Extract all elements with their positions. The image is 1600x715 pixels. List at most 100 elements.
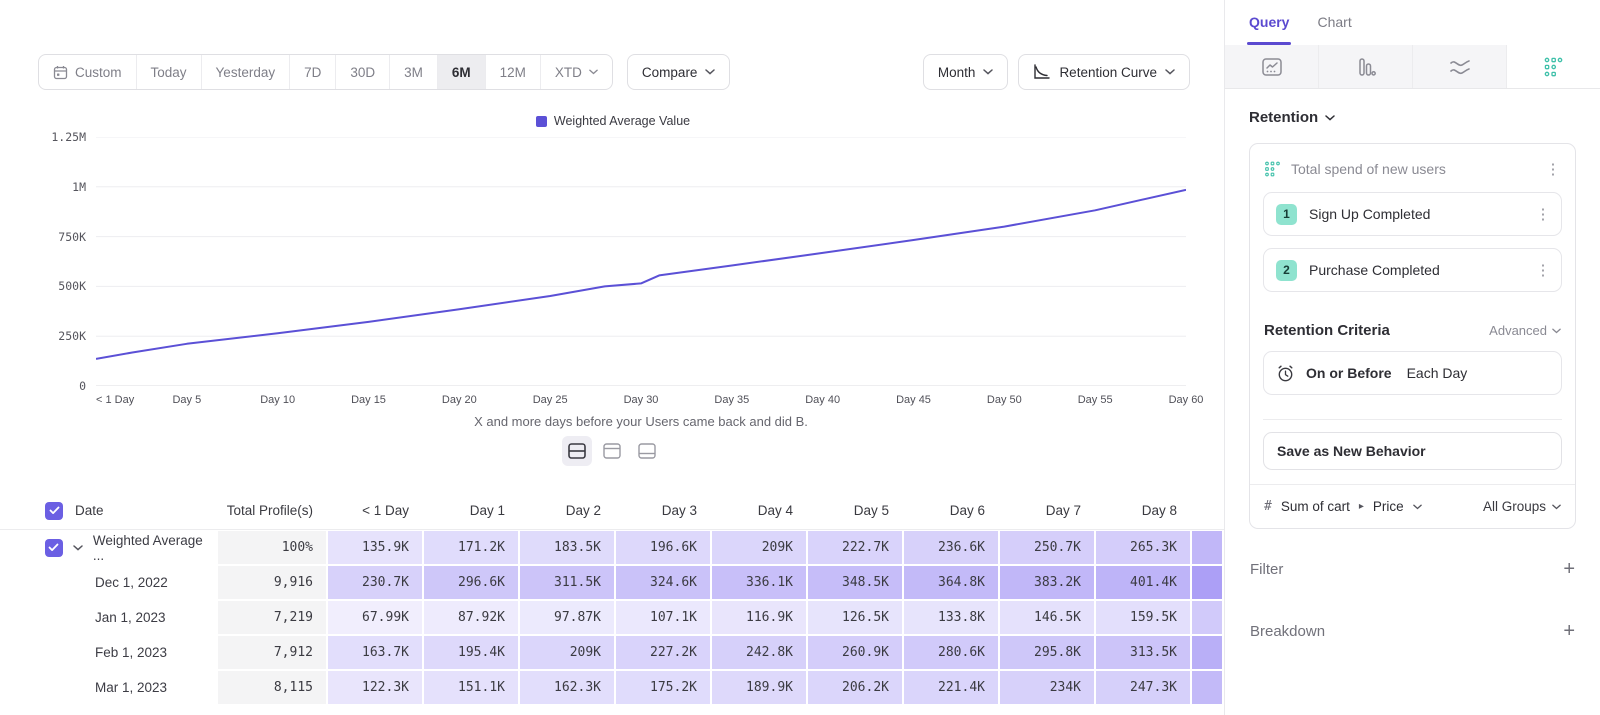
funnels-icon [1355,57,1377,77]
value: 87.92K [424,601,518,634]
header-day-6: Day 6 [903,492,999,529]
value-cell: 311.5K [519,565,615,600]
range-3m[interactable]: 3M [389,55,437,89]
x-tick: Day 50 [987,394,1022,406]
advanced-dropdown[interactable]: Advanced [1489,323,1561,338]
range-7d[interactable]: 7D [289,55,335,89]
profiles-cell: 100% [217,530,327,565]
profiles-value: 100% [218,531,326,564]
range-today[interactable]: Today [136,55,201,89]
split-view-toggle[interactable] [562,436,592,466]
table-row: Weighted Average ...100%135.9K171.2K183.… [0,530,1224,565]
behavior-step[interactable]: 1 Sign Up Completed ⋮ [1263,192,1562,236]
add-breakdown-button[interactable]: + [1563,621,1575,641]
date-range-selector: CustomTodayYesterday7D30D3M6M 12M XTD [38,54,613,90]
value-cell: 206.2K [807,670,903,705]
x-tick: Day 35 [714,394,749,406]
table-only-icon [638,443,656,459]
x-axis-labels: < 1 DayDay 5Day 10Day 15Day 20Day 25Day … [96,394,1186,408]
range-yesterday[interactable]: Yesterday [201,55,290,89]
behavior-card: Total spend of new users ⋮ 1Sign Up Comp… [1249,143,1576,529]
range-12m[interactable]: 12M [485,55,540,89]
value: 133.8K [904,601,998,634]
row-checkbox[interactable] [45,539,63,557]
value: 196.6K [616,531,710,564]
criteria-condition: On or Before [1306,365,1392,381]
kebab-menu-icon[interactable]: ⋮ [1545,160,1561,178]
chart-type-select[interactable]: Retention Curve [1018,54,1190,90]
retention-section-header[interactable]: Retention [1249,109,1576,126]
tab-query[interactable]: Query [1249,14,1289,45]
value: 295.8K [1000,636,1094,669]
row-checkbox[interactable] [45,502,63,520]
value-cell: 260.9K [807,635,903,670]
value: 209K [712,531,806,564]
value-cell: 236.6K [903,530,999,565]
kebab-menu-icon[interactable]: ⋮ [1535,261,1551,279]
chart-type-label: Retention Curve [1059,65,1157,80]
step-number-badge: 1 [1276,204,1297,225]
kebab-menu-icon[interactable]: ⋮ [1535,205,1551,223]
range-label: 12M [500,65,526,80]
value-cell: 175.2K [615,670,711,705]
report-tab-funnels[interactable] [1318,45,1412,88]
row-label-cell[interactable]: Mar 1, 2023 [0,670,217,705]
x-tick: Day 55 [1078,394,1113,406]
value: 222.7K [808,531,902,564]
header-date: Date [0,492,217,529]
legend-swatch [536,116,547,127]
retention-table: DateTotal Profile(s)< 1 DayDay 1Day 2Day… [0,492,1224,705]
alarm-clock-icon [1276,364,1295,383]
value: 221.4K [904,671,998,704]
value: 401.4K [1096,566,1190,599]
value-cell: 250.7K [999,530,1095,565]
chart-legend[interactable]: Weighted Average Value [38,114,1188,128]
range-xtd[interactable]: XTD [540,55,612,89]
all-groups-dropdown[interactable]: All Groups [1483,499,1561,514]
value-cell: 189.9K [711,670,807,705]
value: 280.6K [904,636,998,669]
row-label-cell[interactable]: Feb 1, 2023 [0,635,217,670]
step-label: Sign Up Completed [1309,206,1523,222]
step-number-badge: 2 [1276,260,1297,281]
row-label-cell[interactable]: Dec 1, 2022 [0,565,217,600]
value-cell: 296.6K [423,565,519,600]
value-cell: 221.4K [903,670,999,705]
report-tab-flows[interactable] [1412,45,1506,88]
value: 260.9K [808,636,902,669]
add-filter-button[interactable]: + [1563,559,1575,579]
row-expand-chevron-icon[interactable] [73,545,83,551]
tab-chart[interactable]: Chart [1317,14,1351,45]
weighted-average-line[interactable] [96,190,1186,359]
x-tick: Day 40 [805,394,840,406]
header-date-label: Date [75,503,104,518]
save-as-new-behavior-button[interactable]: Save as New Behavior [1263,432,1562,470]
value-cell: 116.9K [711,600,807,635]
retention-criteria-header: Retention Criteria Advanced [1263,322,1562,339]
row-label-cell[interactable]: Weighted Average ... [0,530,217,565]
value: 383.2K [1000,566,1094,599]
compare-button[interactable]: Compare [627,54,731,90]
row-label-cell[interactable]: Jan 1, 2023 [0,600,217,635]
chart-only-toggle[interactable] [597,436,627,466]
x-tick: Day 60 [1169,394,1204,406]
all-groups-label: All Groups [1483,499,1546,514]
calendar-icon [53,65,68,80]
granularity-select[interactable]: Month [923,54,1009,90]
criteria-card[interactable]: On or Before Each Day [1263,351,1562,395]
value-cell: 126.5K [807,600,903,635]
range-6m[interactable]: 6M [437,55,485,89]
table-only-toggle[interactable] [632,436,662,466]
range-30d[interactable]: 30D [335,55,389,89]
behavior-step[interactable]: 2Purchase Completed⋮ [1263,248,1562,292]
range-custom[interactable]: Custom [39,55,136,89]
report-tab-retention[interactable] [1506,45,1600,88]
report-tab-insights[interactable] [1225,45,1318,88]
y-tick: 0 [38,379,86,393]
measurement-row[interactable]: # Sum of cart ▸ Price All Groups [1250,484,1575,528]
cutoff-cell [1191,670,1223,705]
main-content-area: CustomTodayYesterday7D30D3M6M 12M XTD Comp… [0,0,1224,715]
header-sliver [1191,492,1223,529]
value-cell: 209K [519,635,615,670]
value-cell: 401.4K [1095,565,1191,600]
